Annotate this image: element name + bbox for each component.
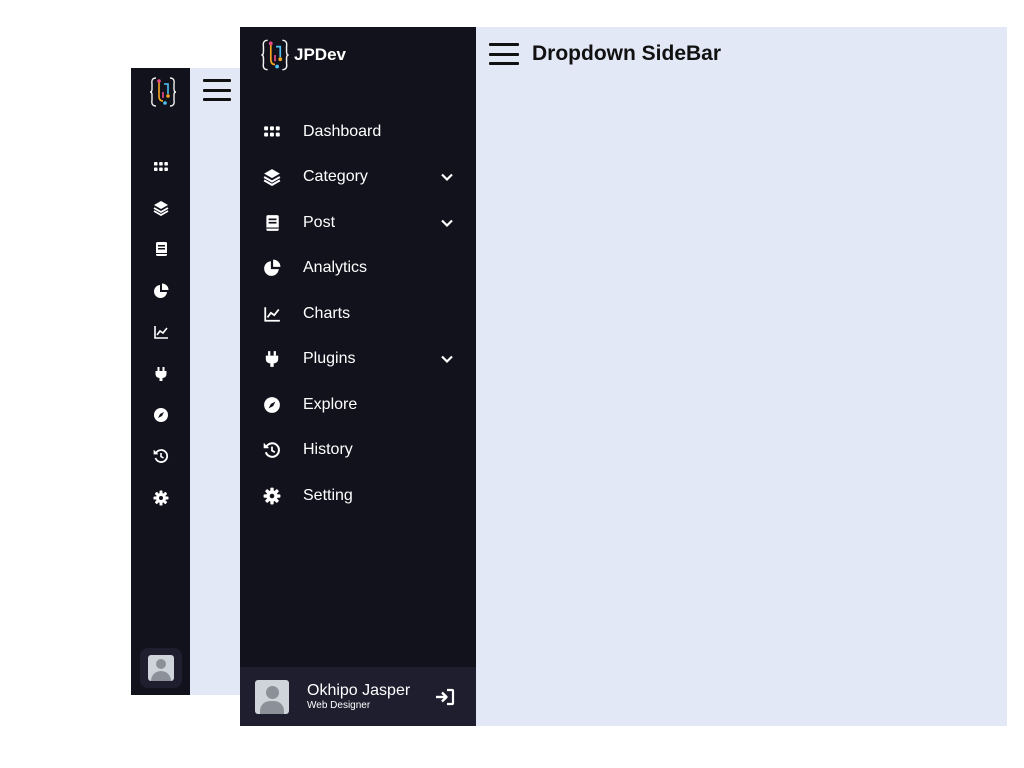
sidebar-item-charts[interactable]: Charts (240, 291, 476, 337)
mini-menu-toggle-icon[interactable] (203, 79, 231, 101)
profile-role: Web Designer (307, 699, 371, 711)
sidebar-item-label: History (303, 441, 353, 459)
sidebar-item-plugins[interactable]: Plugins (240, 337, 476, 383)
grid-icon (262, 122, 282, 142)
sidebar-item-label: Post (303, 213, 336, 231)
main-header: Dropdown SideBar (489, 42, 721, 66)
logout-icon[interactable] (434, 686, 456, 708)
chevron-down-icon[interactable] (440, 216, 454, 230)
brand-logo-icon (261, 39, 289, 71)
book-icon (262, 213, 282, 233)
brand[interactable]: JPDev (260, 33, 346, 77)
chevron-down-icon[interactable] (440, 352, 454, 366)
sidebar-item-history[interactable]: History (240, 428, 476, 474)
sidebar-nav: Dashboard Category Post Analytics Charts… (240, 109, 476, 519)
gear-icon (262, 486, 282, 506)
mini-book-icon[interactable] (131, 229, 190, 270)
brand-logo-icon (149, 77, 177, 107)
profile-name: Okhipo Jasper (307, 682, 411, 700)
main-content: Dropdown SideBar (476, 27, 1007, 726)
sidebar-item-dashboard[interactable]: Dashboard (240, 109, 476, 155)
plug-icon (262, 349, 282, 369)
sidebar-item-explore[interactable]: Explore (240, 382, 476, 428)
profile-section: Okhipo Jasper Web Designer (240, 667, 476, 726)
brand-name: JPDev (294, 45, 346, 64)
chevron-down-icon[interactable] (440, 170, 454, 184)
sidebar-item-analytics[interactable]: Analytics (240, 246, 476, 292)
mini-history-icon[interactable] (131, 436, 190, 477)
avatar-placeholder-icon (148, 655, 174, 681)
menu-toggle-icon[interactable] (489, 43, 519, 65)
sidebar-item-post[interactable]: Post (240, 200, 476, 246)
mini-avatar[interactable] (140, 648, 182, 688)
mini-grid-icon[interactable] (131, 146, 190, 187)
pie-chart-icon (262, 258, 282, 278)
collapsed-sidebar (131, 68, 190, 695)
mini-gear-icon[interactable] (131, 477, 190, 518)
line-chart-icon (262, 304, 282, 324)
sidebar-item-category[interactable]: Category (240, 155, 476, 201)
sidebar-item-label: Category (303, 168, 368, 186)
sidebar-item-setting[interactable]: Setting (240, 473, 476, 519)
collapsed-sidebar-preview (131, 68, 240, 695)
mini-pie-chart-icon[interactable] (131, 270, 190, 311)
mini-line-chart-icon[interactable] (131, 312, 190, 353)
compass-icon (262, 395, 282, 415)
profile-details: Okhipo Jasper Web Designer (307, 682, 434, 711)
sidebar-item-label: Setting (303, 486, 353, 504)
collapsed-nav (131, 146, 190, 519)
sidebar-item-label: Charts (303, 304, 351, 322)
avatar[interactable] (255, 679, 289, 714)
page-title: Dropdown SideBar (532, 42, 722, 65)
mini-compass-icon[interactable] (131, 394, 190, 435)
history-icon (262, 440, 282, 460)
layers-icon (262, 167, 282, 187)
sidebar-item-label: Plugins (303, 350, 356, 368)
sidebar-item-label: Explore (303, 395, 358, 413)
sidebar: JPDev Dashboard Category Post Analytics … (240, 27, 476, 726)
mini-layers-icon[interactable] (131, 187, 190, 228)
mini-plug-icon[interactable] (131, 353, 190, 394)
app-stage: JPDev Dashboard Category Post Analytics … (0, 0, 1024, 768)
sidebar-item-label: Analytics (303, 259, 368, 277)
sidebar-item-label: Dashboard (303, 122, 382, 140)
